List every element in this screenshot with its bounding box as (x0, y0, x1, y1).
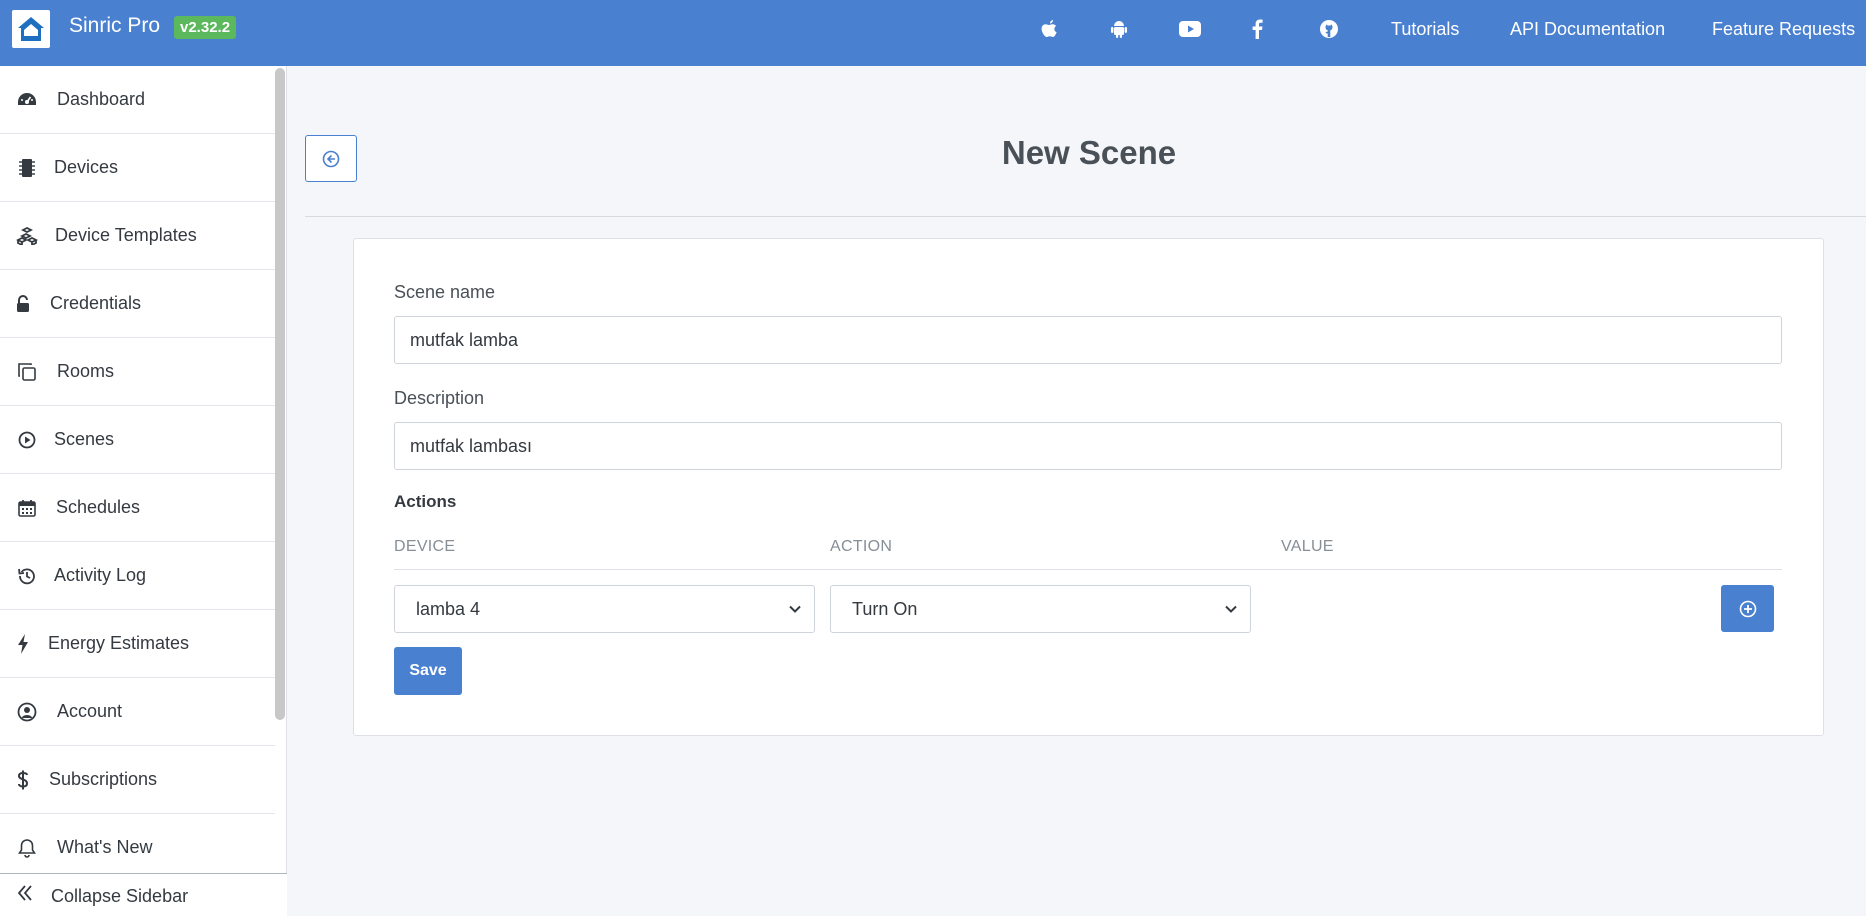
brand-name[interactable]: Sinric Pro (69, 14, 160, 38)
back-button[interactable] (305, 135, 357, 182)
bolt-icon (12, 633, 34, 655)
microchip-icon (16, 157, 38, 179)
sidebar-item-rooms[interactable]: Rooms (0, 338, 275, 406)
sidebar-scrollbar[interactable] (275, 68, 285, 720)
sidebar-item-devices[interactable]: Devices (0, 134, 275, 202)
collapse-sidebar-label: Collapse Sidebar (51, 886, 189, 906)
calendar-icon (16, 497, 38, 519)
unlock-icon (12, 293, 34, 315)
double-chevron-left-icon (16, 884, 34, 907)
actions-heading: Actions (394, 492, 457, 511)
sidebar-item-credentials[interactable]: Credentials (0, 270, 275, 338)
android-icon[interactable] (1106, 16, 1132, 42)
sidebar-item-label: Credentials (50, 293, 142, 313)
api-documentation-link[interactable]: API Documentation (1510, 19, 1665, 40)
action-select-value: Turn On (852, 598, 918, 619)
version-badge: v2.32.2 (174, 16, 237, 39)
sidebar-item-label: Subscriptions (49, 769, 158, 789)
scene-name-label: Scene name (394, 282, 496, 302)
sidebar-item-whats-new[interactable]: What's New (0, 814, 275, 882)
bell-icon (16, 837, 38, 859)
description-input[interactable]: mutfak lambası (394, 422, 1782, 470)
sidebar-item-label: Activity Log (54, 565, 147, 585)
home-logo-icon[interactable] (12, 10, 50, 48)
chevron-down-icon (789, 605, 801, 613)
table-header-divider (394, 569, 1782, 570)
save-button[interactable]: Save (394, 647, 462, 695)
device-select[interactable]: lamba 4 (394, 585, 815, 633)
sidebar-item-energy-estimates[interactable]: Energy Estimates (0, 610, 275, 678)
action-select[interactable]: Turn On (830, 585, 1251, 633)
device-select-value: lamba 4 (416, 598, 481, 619)
sidebar-item-label: What's New (57, 837, 153, 857)
sidebar-item-schedules[interactable]: Schedules (0, 474, 275, 542)
sidebar-item-label: Energy Estimates (48, 633, 190, 653)
feature-requests-link[interactable]: Feature Requests (1712, 19, 1855, 40)
column-header-device: DEVICE (394, 538, 456, 555)
top-navbar: Sinric Pro v2.32.2 Tutorials API Documen… (0, 0, 1866, 66)
sidebar-item-label: Dashboard (57, 89, 146, 109)
copy-icon (16, 361, 38, 383)
divider (305, 216, 1866, 217)
github-icon[interactable] (1316, 16, 1342, 42)
sidebar-item-label: Scenes (54, 429, 115, 449)
apple-icon[interactable] (1036, 16, 1062, 42)
sidebar-item-label: Schedules (56, 497, 141, 517)
page-title: New Scene (1001, 134, 1177, 171)
column-header-action: ACTION (830, 538, 893, 555)
sidebar-item-dashboard[interactable]: Dashboard (0, 66, 275, 134)
user-circle-icon (16, 701, 38, 723)
sidebar-item-label: Rooms (57, 361, 115, 381)
sidebar-item-scenes[interactable]: Scenes (0, 406, 275, 474)
scene-form-card (353, 238, 1824, 736)
history-icon (16, 565, 38, 587)
cubes-icon (16, 225, 38, 247)
add-action-button[interactable] (1721, 585, 1774, 632)
chevron-down-icon (1225, 605, 1237, 613)
sidebar-item-activity-log[interactable]: Activity Log (0, 542, 275, 610)
collapse-sidebar-button[interactable]: Collapse Sidebar (0, 873, 287, 916)
scene-name-input[interactable]: mutfak lamba (394, 316, 1782, 364)
sidebar-item-subscriptions[interactable]: Subscriptions (0, 746, 275, 814)
play-circle-icon (16, 429, 38, 451)
plus-circle-icon (1739, 600, 1756, 617)
youtube-icon[interactable] (1177, 16, 1203, 42)
sidebar: Dashboard Devices Device Templates Crede… (0, 66, 287, 916)
arrow-circle-left-icon (322, 150, 340, 167)
sidebar-item-device-templates[interactable]: Device Templates (0, 202, 275, 270)
facebook-icon[interactable] (1244, 16, 1270, 42)
dollar-icon (12, 769, 34, 791)
sidebar-item-label: Account (57, 701, 123, 721)
sidebar-item-account[interactable]: Account (0, 678, 275, 746)
tutorials-link[interactable]: Tutorials (1391, 19, 1459, 40)
sidebar-item-label: Device Templates (55, 225, 197, 245)
sidebar-item-label: Devices (54, 157, 119, 177)
description-label: Description (394, 388, 485, 408)
column-header-value: VALUE (1281, 538, 1334, 555)
dashboard-icon (16, 89, 38, 111)
